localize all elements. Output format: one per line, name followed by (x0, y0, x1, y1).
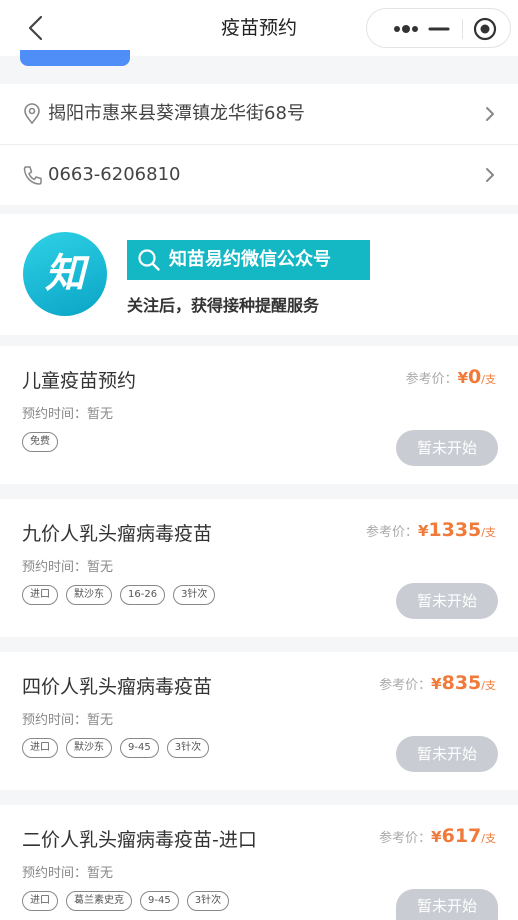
minimize-icon[interactable] (427, 17, 451, 41)
vaccine-tag: 9-45 (140, 891, 179, 911)
price-unit: /支 (481, 526, 496, 539)
price-label: 参考价： (379, 831, 432, 846)
capsule-separator (462, 19, 463, 39)
vaccine-card[interactable]: 儿童疫苗预约 参考价：¥0/支 预约时间：暂无 免费 暂未开始 (0, 346, 518, 484)
vaccine-card[interactable]: 四价人乳头瘤病毒疫苗 参考价：¥835/支 预约时间：暂无 进口 默沙东 9-4… (0, 652, 518, 790)
price-label: 参考价： (405, 372, 458, 387)
location-pin-icon (24, 103, 40, 125)
phone-text: 0663-6206810 (48, 164, 181, 185)
vaccine-name: 四价人乳头瘤病毒疫苗 (22, 676, 213, 698)
price-value: 835 (441, 672, 482, 694)
phone-row[interactable]: 0663-6206810 (0, 145, 518, 205)
price-currency: ¥ (417, 522, 429, 540)
vaccine-tags: 进口 默沙东 16-26 3针次 (22, 585, 216, 605)
vaccine-tag: 葛兰素史克 (66, 891, 132, 911)
zhimiao-logo: 知 (23, 232, 107, 316)
promo-badge-text: 知苗易约微信公众号 (169, 249, 331, 270)
price-currency: ¥ (431, 828, 442, 846)
miniprogram-capsule (366, 8, 511, 48)
not-started-button[interactable]: 暂未开始 (396, 736, 498, 772)
vaccine-tag: 默沙东 (66, 585, 112, 605)
vaccine-price: 参考价：¥0/支 (406, 366, 496, 388)
price-value: 617 (441, 825, 482, 847)
price-currency: ¥ (431, 675, 442, 693)
vaccine-tag: 16-26 (120, 585, 166, 605)
address-text: 揭阳市惠来县葵潭镇龙华街68号 (48, 103, 305, 124)
vaccine-tag: 3针次 (186, 891, 230, 911)
chevron-right-icon (486, 168, 494, 182)
vaccine-price: 参考价：¥617/支 (379, 825, 496, 847)
vaccine-tags: 免费 (22, 432, 58, 452)
navigation-bar: 疫苗预约 (0, 0, 518, 56)
price-unit: /支 (481, 679, 496, 692)
vaccine-tag: 进口 (22, 738, 58, 758)
vaccine-tag: 默沙东 (66, 738, 112, 758)
price-unit: /支 (481, 373, 496, 386)
vaccine-price: 参考价：¥1335/支 (366, 519, 496, 541)
target-close-icon[interactable] (472, 16, 498, 42)
vaccine-name: 儿童疫苗预约 (22, 370, 137, 392)
booking-time: 预约时间：暂无 (22, 866, 114, 881)
price-label: 参考价： (379, 678, 432, 693)
booking-time: 预约时间：暂无 (22, 407, 114, 422)
chevron-right-icon (486, 107, 494, 121)
vaccine-tags: 进口 默沙东 9-45 3针次 (22, 738, 210, 758)
price-currency: ¥ (457, 369, 469, 387)
vaccine-tag: 免费 (22, 432, 58, 452)
vaccine-tag: 进口 (22, 585, 58, 605)
search-icon (138, 249, 160, 271)
promo-subtitle: 关注后，获得接种提醒服务 (127, 296, 320, 315)
vaccine-price: 参考价：¥835/支 (379, 672, 496, 694)
price-unit: /支 (481, 832, 496, 845)
price-label: 参考价： (365, 525, 418, 540)
vaccine-tag: 进口 (22, 891, 58, 911)
more-dots-icon[interactable] (381, 17, 431, 41)
vaccine-tags: 进口 葛兰素史克 9-45 3针次 (22, 891, 230, 911)
vaccine-name: 九价人乳头瘤病毒疫苗 (22, 523, 213, 545)
vaccine-tag: 3针次 (173, 585, 216, 605)
booking-time: 预约时间：暂无 (22, 713, 114, 728)
promo-badge: 知苗易约微信公众号 (127, 240, 370, 280)
vaccine-tag: 3针次 (166, 738, 210, 758)
price-value: 0 (468, 366, 482, 388)
not-started-button[interactable]: 暂未开始 (396, 583, 498, 619)
not-started-button[interactable]: 暂未开始 (396, 889, 498, 920)
phone-icon (23, 166, 42, 185)
vaccine-tag: 9-45 (120, 738, 159, 758)
partial-blue-button[interactable] (20, 50, 130, 66)
address-row[interactable]: 揭阳市惠来县葵潭镇龙华街68号 (0, 84, 518, 144)
vaccine-card[interactable]: 二价人乳头瘤病毒疫苗-进口 参考价：¥617/支 预约时间：暂无 进口 葛兰素史… (0, 805, 518, 920)
not-started-button[interactable]: 暂未开始 (396, 430, 498, 466)
wechat-promo-banner[interactable]: 知 知苗易约微信公众号 关注后，获得接种提醒服务 (0, 214, 518, 335)
vaccine-card[interactable]: 九价人乳头瘤病毒疫苗 参考价：¥1335/支 预约时间：暂无 进口 默沙东 16… (0, 499, 518, 637)
vaccine-name: 二价人乳头瘤病毒疫苗-进口 (22, 829, 257, 851)
price-value: 1335 (428, 519, 482, 541)
booking-time: 预约时间：暂无 (22, 560, 114, 575)
